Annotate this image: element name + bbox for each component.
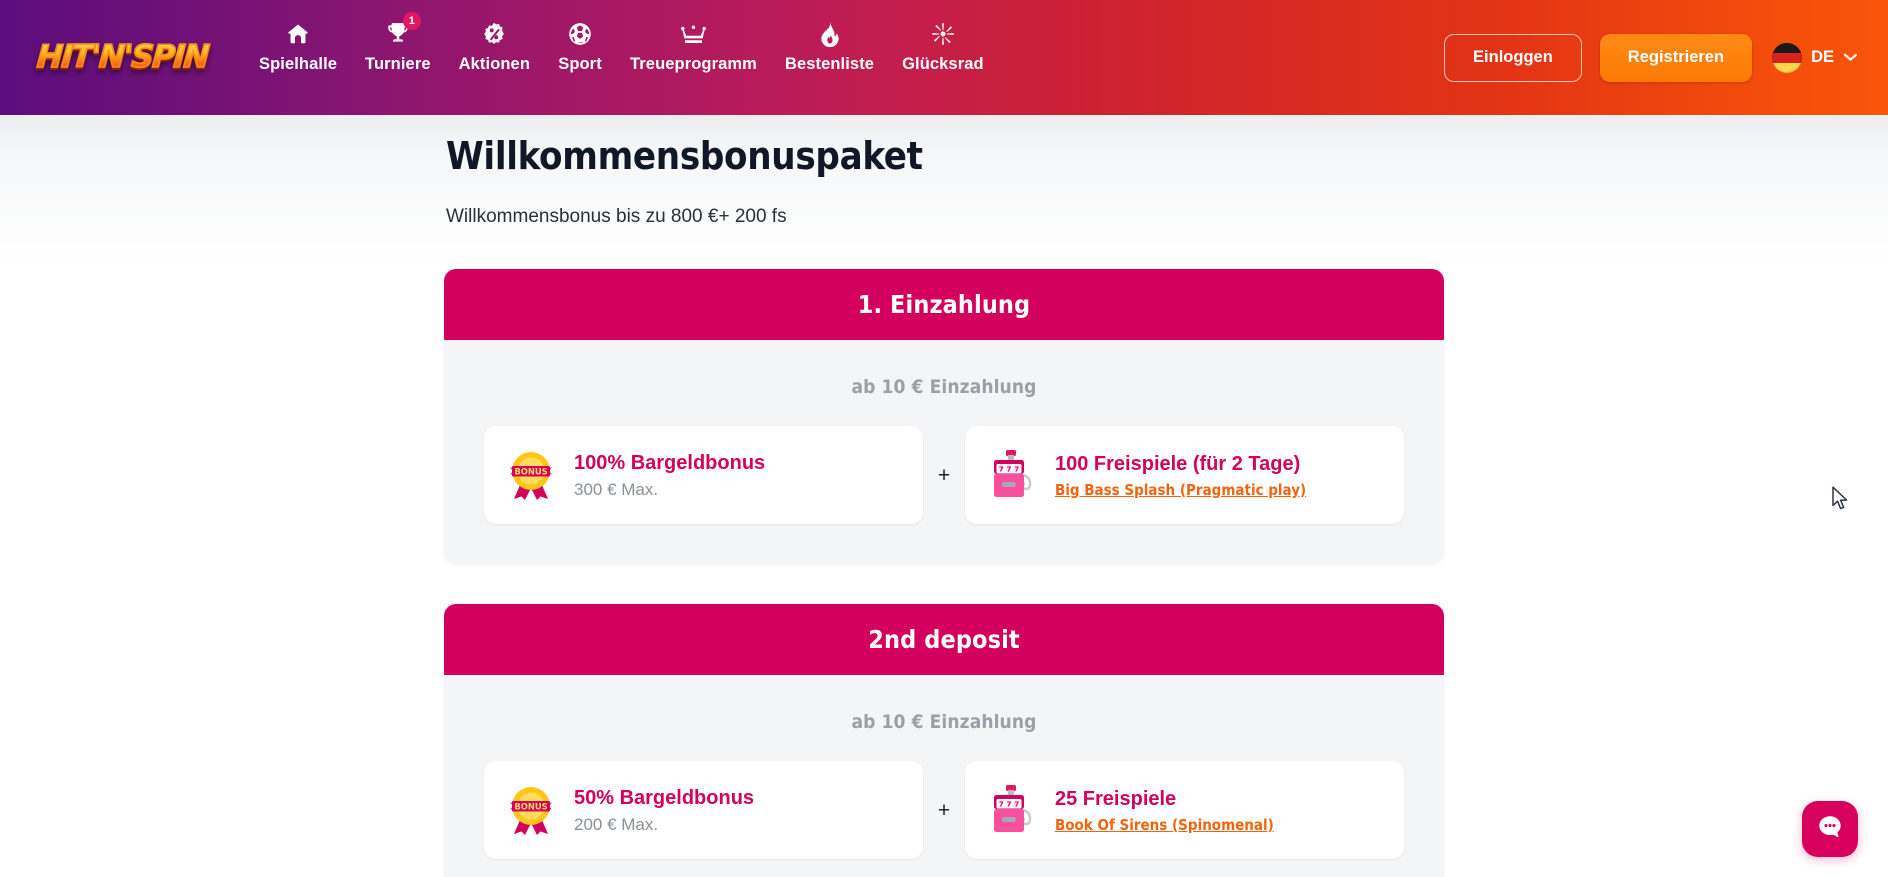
- page-title: Willkommensbonuspaket: [446, 134, 923, 178]
- nav-item-sport[interactable]: Sport: [544, 19, 616, 73]
- football-icon: [566, 19, 594, 49]
- bonus-card-cashbonus[interactable]: BONUS 100% Bargeldbonus 300 € Max.: [484, 426, 923, 525]
- nav-item-aktionen[interactable]: Aktionen: [445, 19, 544, 73]
- bonus-card-title: 100 Freispiele (für 2 Tage): [1055, 452, 1301, 475]
- flame-icon: [816, 19, 844, 49]
- svg-text:7: 7: [1006, 465, 1011, 474]
- nav-item-gluecksrad[interactable]: Glücksrad: [888, 19, 998, 73]
- svg-text:7: 7: [999, 465, 1004, 474]
- slot-machine-icon: 7 7 7: [987, 783, 1037, 837]
- bonus-card-cashbonus[interactable]: BONUS 50% Bargeldbonus 200 € Max.: [484, 761, 923, 860]
- language-code: DE: [1811, 48, 1834, 67]
- bonus-medal-icon: BONUS: [506, 783, 556, 837]
- chat-widget-button[interactable]: [1802, 801, 1858, 857]
- page-body: Willkommensbonuspaket Willkommensbonus b…: [0, 115, 1888, 877]
- bonus-card-freespins[interactable]: 7 7 7 100 Freispiele (für 2 Tage) Big Ba…: [965, 426, 1404, 525]
- register-button[interactable]: Registrieren: [1599, 33, 1753, 82]
- svg-text:BONUS: BONUS: [514, 802, 547, 812]
- nav-label: Treueprogramm: [630, 55, 757, 73]
- deposit-section-2: 2nd deposit ab 10 € Einzahlung BONUS 50%…: [444, 604, 1444, 877]
- content-column: Willkommensbonuspaket Willkommensbonus b…: [444, 115, 1444, 877]
- nav-label: Glücksrad: [902, 55, 984, 73]
- nav-item-bestenliste[interactable]: Bestenliste: [771, 19, 888, 73]
- main-navigation: Spielhalle 1 Turniere Aktionen Sport Tre…: [245, 0, 998, 115]
- min-deposit-note: ab 10 € Einzahlung: [851, 711, 1037, 734]
- nav-label: Bestenliste: [784, 55, 875, 73]
- bonus-card-title: 25 Freispiele: [1055, 787, 1177, 810]
- page-subtitle: Willkommensbonus bis zu 800 €+ 200 fs: [446, 205, 787, 227]
- nav-item-treueprogramm[interactable]: Treueprogramm: [616, 19, 771, 73]
- deposit-section-heading: 2nd deposit: [444, 604, 1444, 676]
- home-icon: [284, 19, 312, 49]
- language-switcher[interactable]: DE: [1770, 42, 1858, 73]
- deposit-section-heading: 1. Einzahlung: [444, 269, 1444, 341]
- nav-label: Spielhalle: [259, 55, 338, 73]
- plus-separator: +: [937, 798, 951, 822]
- nav-badge-turniere: 1: [402, 12, 421, 30]
- deposit-section-body: ab 10 € Einzahlung: [444, 675, 1444, 877]
- bonus-game-link[interactable]: Big Bass Splash (Pragmatic play): [1055, 481, 1306, 499]
- nav-item-spielhalle[interactable]: Spielhalle: [245, 19, 351, 73]
- bonus-card-freespins[interactable]: 7 7 7 25 Freispiele Book Of Sirens (Spin…: [965, 761, 1404, 860]
- svg-text:BONUS: BONUS: [514, 467, 547, 477]
- bonus-card-texts: 50% Bargeldbonus 200 € Max.: [574, 786, 754, 835]
- bonus-card-subtitle: 200 € Max.: [574, 814, 659, 834]
- nav-label: Sport: [558, 55, 602, 73]
- crown-icon: [679, 19, 707, 49]
- chevron-down-icon: [1843, 49, 1858, 67]
- deposit-section-body: ab 10 € Einzahlung: [444, 340, 1444, 565]
- flag-de-icon: [1772, 42, 1803, 73]
- header-actions: Einloggen Registrieren DE: [1444, 33, 1888, 82]
- bonus-row: BONUS 100% Bargeldbonus 300 € Max. + 7 7…: [484, 426, 1404, 525]
- bonus-row: BONUS 50% Bargeldbonus 200 € Max. + 7 7 …: [484, 761, 1404, 860]
- bonus-card-texts: 25 Freispiele Book Of Sirens (Spinomenal…: [1055, 787, 1274, 834]
- svg-text:7: 7: [1006, 800, 1011, 809]
- mouse-cursor: [1831, 486, 1851, 517]
- bonus-medal-icon: BONUS: [506, 448, 556, 502]
- login-button[interactable]: Einloggen: [1444, 33, 1582, 82]
- svg-text:7: 7: [1014, 800, 1019, 809]
- bonus-card-texts: 100% Bargeldbonus 300 € Max.: [574, 451, 765, 500]
- bonus-card-title: 50% Bargeldbonus: [574, 786, 755, 809]
- fortune-wheel-icon: [929, 19, 957, 49]
- slot-machine-icon: 7 7 7: [987, 448, 1037, 502]
- nav-label: Turniere: [365, 55, 431, 73]
- chat-bubble-icon: [1815, 812, 1845, 847]
- site-logo[interactable]: HIT'N'SPIN: [0, 0, 245, 115]
- site-logo-text: HIT'N'SPIN: [35, 38, 210, 76]
- site-header: HIT'N'SPIN Spielhalle 1 Turniere Aktione…: [0, 0, 1888, 115]
- plus-separator: +: [937, 463, 951, 487]
- bonus-card-title: 100% Bargeldbonus: [574, 451, 766, 474]
- svg-text:7: 7: [1014, 465, 1019, 474]
- nav-label: Aktionen: [458, 55, 531, 73]
- svg-text:7: 7: [999, 800, 1004, 809]
- min-deposit-note: ab 10 € Einzahlung: [851, 376, 1037, 399]
- bonus-card-texts: 100 Freispiele (für 2 Tage) Big Bass Spl…: [1055, 452, 1306, 499]
- bonus-game-link[interactable]: Book Of Sirens (Spinomenal): [1055, 816, 1274, 834]
- percent-icon: [480, 19, 508, 49]
- trophy-icon: 1: [384, 12, 421, 49]
- nav-item-turniere[interactable]: 1 Turniere: [351, 12, 445, 73]
- bonus-card-subtitle: 300 € Max.: [574, 479, 659, 499]
- deposit-section-1: 1. Einzahlung ab 10 € Einzahlung BONUS 1…: [444, 269, 1444, 565]
